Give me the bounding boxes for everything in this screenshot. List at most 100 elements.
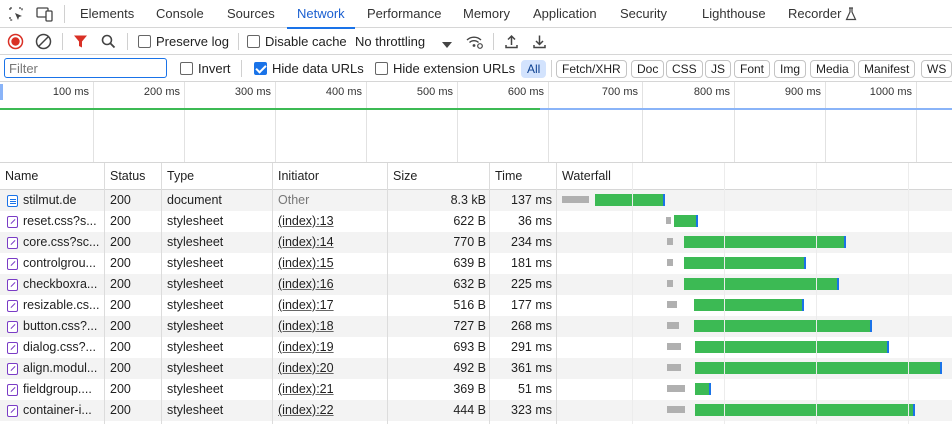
table-row[interactable]: dialog.css?... 200 stylesheet (index):19 693…	[0, 337, 952, 358]
type-filter-manifest[interactable]: Manifest	[858, 60, 916, 78]
column-divider[interactable]	[556, 163, 557, 424]
network-conditions-icon[interactable]	[465, 33, 483, 50]
tab-performance[interactable]: Performance	[367, 0, 441, 28]
request-name[interactable]: dialog.css?...	[23, 337, 103, 358]
waterfall-cell[interactable]	[557, 274, 952, 295]
record-icon[interactable]	[7, 33, 24, 50]
table-row[interactable]: checkboxra... 200 stylesheet (index):16 632 …	[0, 274, 952, 295]
request-initiator[interactable]: (index):19	[278, 337, 382, 358]
request-name[interactable]: button.css?...	[23, 316, 103, 337]
filter-icon[interactable]	[72, 33, 89, 50]
throttling-select[interactable]: No throttling	[355, 34, 425, 49]
type-filter-ws[interactable]: WS	[921, 60, 952, 78]
tab-sources[interactable]: Sources	[227, 0, 275, 28]
column-header-time[interactable]: Time	[490, 163, 522, 190]
hide-extension-urls-checkbox[interactable]	[375, 62, 388, 75]
request-name[interactable]: reset.css?s...	[23, 211, 103, 232]
import-har-icon[interactable]	[503, 33, 520, 50]
waterfall-cell[interactable]	[557, 253, 952, 274]
request-name[interactable]: container-i...	[23, 400, 103, 421]
waterfall-cell[interactable]	[557, 379, 952, 400]
preserve-log-label[interactable]: Preserve log	[156, 34, 229, 49]
tab-network[interactable]: Network	[287, 0, 355, 29]
request-initiator[interactable]: (index):14	[278, 232, 382, 253]
column-header-initiator[interactable]: Initiator	[273, 163, 319, 190]
disable-cache-label[interactable]: Disable cache	[265, 34, 347, 49]
column-header-status[interactable]: Status	[105, 163, 145, 190]
search-icon[interactable]	[100, 33, 117, 50]
waterfall-cell[interactable]	[557, 232, 952, 253]
type-filter-all[interactable]: All	[521, 60, 547, 78]
waterfall-cell[interactable]	[557, 400, 952, 421]
waterfall-cell[interactable]	[557, 190, 952, 211]
request-name[interactable]: resizable.cs...	[23, 295, 103, 316]
hide-data-urls-checkbox[interactable]	[254, 62, 267, 75]
table-row[interactable]: controlgrou... 200 stylesheet (index):15 639…	[0, 253, 952, 274]
export-har-icon[interactable]	[531, 33, 548, 50]
table-row[interactable]: reset.css?s... 200 stylesheet (index):13 622…	[0, 211, 952, 232]
request-initiator[interactable]: (index):17	[278, 295, 382, 316]
column-divider[interactable]	[387, 163, 388, 424]
request-name[interactable]: align.modul...	[23, 358, 103, 379]
type-filter-font[interactable]: Font	[734, 60, 771, 78]
column-header-type[interactable]: Type	[162, 163, 194, 190]
table-row[interactable]: align.modul... 200 stylesheet (index):20 492…	[0, 358, 952, 379]
request-name[interactable]: fieldgroup....	[23, 379, 103, 400]
device-toolbar-icon[interactable]	[36, 6, 53, 22]
waterfall-cell[interactable]	[557, 295, 952, 316]
request-initiator[interactable]: (index):16	[278, 274, 382, 295]
chevron-down-icon[interactable]	[442, 38, 452, 52]
tab-console[interactable]: Console	[156, 0, 204, 28]
waterfall-cell[interactable]	[557, 358, 952, 379]
type-filter-js[interactable]: JS	[705, 60, 732, 78]
table-row[interactable]: resizable.cs... 200 stylesheet (index):17 51…	[0, 295, 952, 316]
type-filter-img[interactable]: Img	[774, 60, 807, 78]
column-header-waterfall[interactable]: Waterfall	[557, 163, 611, 190]
disable-cache-checkbox[interactable]	[247, 35, 260, 48]
column-divider[interactable]	[272, 163, 273, 424]
type-filter-doc[interactable]: Doc	[631, 60, 665, 78]
invert-checkbox[interactable]	[180, 62, 193, 75]
overview-timeline[interactable]: 100 ms 200 ms 300 ms 400 ms 500 ms 600 m…	[0, 82, 952, 163]
table-row[interactable]: button.css?... 200 stylesheet (index):18 727…	[0, 316, 952, 337]
request-name[interactable]: checkboxra...	[23, 274, 103, 295]
column-divider[interactable]	[104, 163, 105, 424]
tab-elements[interactable]: Elements	[80, 0, 134, 28]
request-initiator[interactable]: (index):20	[278, 358, 382, 379]
type-filter-media[interactable]: Media	[810, 60, 855, 78]
type-filter-fetch-xhr[interactable]: Fetch/XHR	[556, 60, 627, 78]
preserve-log-checkbox[interactable]	[138, 35, 151, 48]
request-initiator[interactable]: (index):13	[278, 211, 382, 232]
column-header-name[interactable]: Name	[0, 163, 38, 190]
column-divider[interactable]	[489, 163, 490, 424]
overview-left-handle[interactable]	[0, 84, 3, 100]
tab-lighthouse[interactable]: Lighthouse	[702, 0, 766, 28]
column-divider[interactable]	[161, 163, 162, 424]
request-initiator[interactable]: (index):21	[278, 379, 382, 400]
table-row[interactable]: core.css?sc... 200 stylesheet (index):14 770…	[0, 232, 952, 253]
table-row[interactable]: stilmut.de 200 document Other 8.3 kB 137 ms	[0, 190, 952, 211]
tab-memory[interactable]: Memory	[463, 0, 510, 28]
tab-application[interactable]: Application	[533, 0, 597, 28]
tab-recorder[interactable]: Recorder	[788, 0, 841, 28]
tab-security[interactable]: Security	[620, 0, 667, 28]
inspect-element-icon[interactable]	[8, 6, 24, 22]
request-name[interactable]: stilmut.de	[23, 190, 103, 211]
hide-data-urls-label[interactable]: Hide data URLs	[272, 61, 364, 76]
request-name[interactable]: controlgrou...	[23, 253, 103, 274]
request-initiator[interactable]: (index):15	[278, 253, 382, 274]
type-filter-css[interactable]: CSS	[666, 60, 703, 78]
request-initiator[interactable]: (index):22	[278, 400, 382, 421]
request-initiator[interactable]: (index):18	[278, 316, 382, 337]
invert-label[interactable]: Invert	[198, 61, 231, 76]
table-row[interactable]: container-i... 200 stylesheet (index):22 444…	[0, 400, 952, 421]
filter-input[interactable]	[4, 58, 167, 78]
waterfall-cell[interactable]	[557, 337, 952, 358]
clear-icon[interactable]	[35, 33, 52, 50]
request-name[interactable]: core.css?sc...	[23, 232, 103, 253]
column-header-size[interactable]: Size	[388, 163, 417, 190]
hide-extension-urls-label[interactable]: Hide extension URLs	[393, 61, 515, 76]
waterfall-cell[interactable]	[557, 211, 952, 232]
table-row[interactable]: fieldgroup.... 200 stylesheet (index):21 369…	[0, 379, 952, 400]
waterfall-cell[interactable]	[557, 316, 952, 337]
